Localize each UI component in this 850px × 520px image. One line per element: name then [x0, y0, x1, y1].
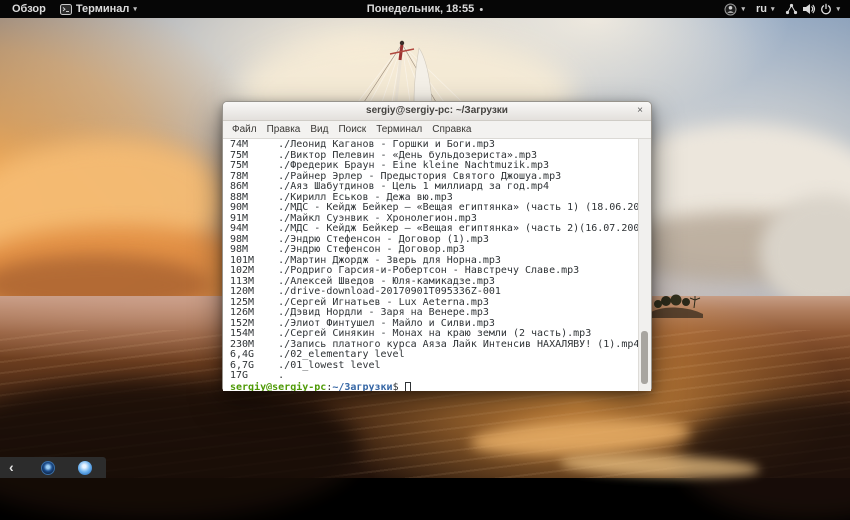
file-size: 120M	[230, 286, 255, 297]
file-name: ./Аяз Шабутдинов - Цель 1 миллиард за го…	[278, 181, 550, 192]
terminal-window: sergiy@sergiy-pc: ~/Загрузки × Файл Прав…	[222, 101, 652, 391]
file-size: 74M	[230, 139, 249, 150]
app-menu[interactable]: Терминал ▾	[59, 0, 137, 18]
prompt-path: ~/Загрузки	[332, 381, 393, 391]
file-size: 102M	[230, 265, 255, 276]
terminal-menubar: Файл Правка Вид Поиск Терминал Справка	[223, 121, 651, 139]
prompt-user-host: sergiy@sergiy-pc	[230, 381, 327, 391]
file-name: ./Родриго Гарсия-и-Робертсон - Навстречу…	[278, 265, 580, 276]
terminal-output-line: 17G.	[230, 370, 635, 382]
file-size: 90M	[230, 202, 249, 213]
file-name: .	[278, 370, 285, 381]
prompt-dollar: $	[392, 381, 399, 391]
menu-item[interactable]: Вид	[305, 121, 333, 138]
volume-icon	[803, 4, 816, 14]
notification-dot-icon	[480, 7, 484, 11]
terminal-output: 74M ./Леонид Каганов - Горшки и Боги.mp3 …	[230, 139, 651, 382]
window-title: sergiy@sergiy-pc: ~/Загрузки	[366, 105, 508, 116]
file-name: ./Элиот Финтушел - Майло и Силви.mp3	[278, 317, 495, 329]
tray-app-indicator[interactable]: ▾	[724, 0, 745, 18]
scrollbar-thumb[interactable]	[641, 331, 648, 384]
file-name: ./02_elementary level	[278, 349, 405, 360]
terminal-output-line: 6,7G ./01_lowest level	[230, 359, 635, 372]
file-name: ./Мартин Джордж - Зверь для Норна.mp3	[278, 254, 501, 266]
file-size: 86M	[230, 181, 249, 192]
power-icon	[821, 3, 832, 15]
file-name: ./Фредерик Браун - Eine kleine Nachtmuzi…	[278, 160, 550, 171]
file-name: ./01_lowest level	[278, 359, 381, 371]
menu-item[interactable]: Терминал	[371, 121, 427, 138]
dock-app-icon-1[interactable]	[40, 460, 55, 475]
chevron-down-icon: ▾	[741, 5, 745, 13]
file-name: ./Сергей Игнатьев - Lux Aeterna.mp3	[278, 296, 489, 308]
panel-collapse-arrow-icon[interactable]: ‹	[9, 458, 14, 477]
file-name: ./Алексей Шведов - Юля-камикадзе.mp3	[278, 275, 495, 287]
sailboat-mast	[357, 40, 463, 102]
keyboard-layout-label: ru	[755, 3, 767, 15]
file-name: ./Запись платного курса Аяза Лайк Интенс…	[278, 338, 640, 350]
chevron-down-icon: ▾	[836, 5, 840, 13]
file-size: 17G	[230, 370, 249, 381]
file-name: ./Леонид Каганов - Горшки и Боги.mp3	[278, 139, 495, 150]
chevron-down-icon: ▾	[770, 5, 775, 13]
file-name: ./Майкл Суэнвик - Хронолегион.mp3	[278, 212, 477, 224]
clock-label: Понедельник, 18:55	[366, 3, 475, 15]
file-name: ./Виктор Пелевин - «День бульдозериста».…	[278, 149, 538, 161]
file-name: ./Дэвид Нордли - Заря на Венере.mp3	[278, 307, 489, 318]
dock-app-icon-2[interactable]	[77, 460, 92, 475]
file-name: ./Райнер Эрлер - Предыстория Святого Джо…	[278, 170, 562, 182]
menu-item[interactable]: Поиск	[333, 121, 371, 138]
keyboard-layout-menu[interactable]: ru ▾	[756, 0, 775, 18]
file-name: ./Сергей Синякин - Монах на краю земли (…	[278, 328, 592, 339]
terminal-cursor	[404, 381, 411, 391]
shell-prompt-line: sergiy@sergiy-pc:~/Загрузки$	[230, 381, 635, 391]
gnome-top-bar: Обзор Терминал ▾ Понедельник, 18:55 ▾ ru	[0, 0, 850, 18]
file-name: ./МДС - Кейдж Бейкер – «Вещая египтянка»…	[278, 202, 651, 213]
network-icon	[786, 3, 798, 15]
bottom-panel: ‹	[0, 457, 106, 478]
tray-app-icon	[724, 3, 737, 15]
file-size: 75M	[230, 160, 249, 171]
file-name: ./МДС - Кейдж Бейкер – «Вещая египтянка»…	[278, 223, 651, 234]
terminal-scrollbar[interactable]	[638, 139, 651, 391]
file-size: 126M	[230, 307, 255, 318]
close-button[interactable]: ×	[637, 102, 643, 120]
island-silhouette	[647, 294, 703, 318]
chevron-down-icon: ▾	[133, 5, 137, 13]
file-name: ./Эндрю Стефенсон - Договор (1).mp3	[278, 233, 489, 245]
app-menu-label: Терминал	[75, 3, 130, 15]
terminal-app-icon	[59, 3, 72, 15]
file-size: 6,4G	[230, 349, 255, 360]
activities-label: Обзор	[12, 3, 46, 15]
clock-button[interactable]: Понедельник, 18:55	[366, 0, 484, 18]
terminal-screen[interactable]: 74M ./Леонид Каганов - Горшки и Боги.mp3 …	[223, 139, 651, 391]
file-name: ./Эндрю Стефенсон - Договор.mp3	[278, 244, 465, 255]
file-name: ./drive-download-20170901T095336Z-001	[278, 286, 501, 297]
menu-item[interactable]: Файл	[227, 121, 262, 138]
activities-button[interactable]: Обзор	[12, 0, 46, 18]
file-size: 154M	[230, 328, 255, 339]
menu-item[interactable]: Правка	[262, 121, 306, 138]
file-name: ./Кирилл Еськов - Дежа вю.mp3	[278, 191, 453, 203]
window-titlebar[interactable]: sergiy@sergiy-pc: ~/Загрузки ×	[223, 102, 651, 121]
system-status-menu[interactable]: ▾	[785, 0, 840, 18]
menu-item[interactable]: Справка	[427, 121, 476, 138]
file-size: 98M	[230, 244, 249, 255]
file-size: 94M	[230, 223, 249, 234]
